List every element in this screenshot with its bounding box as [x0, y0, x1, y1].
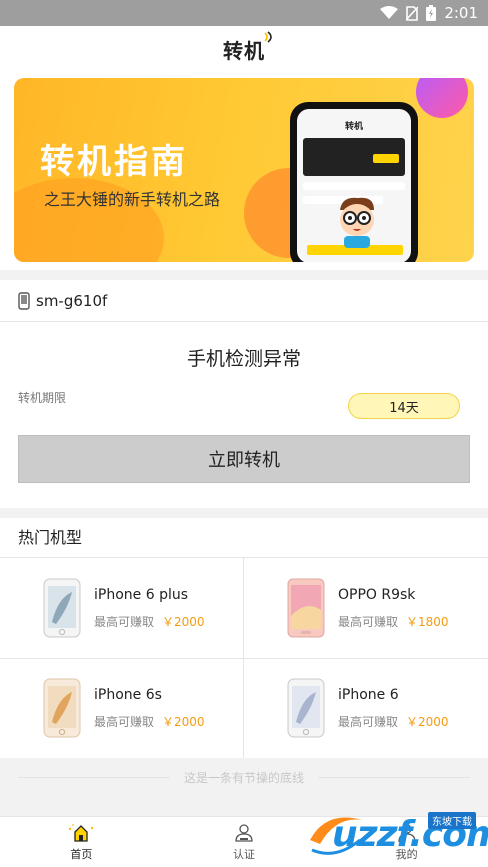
model-name: iPhone 6	[338, 686, 399, 703]
app-logo: 转机	[223, 30, 272, 64]
end-of-list-text: 这是一条有节操的底线	[169, 768, 318, 786]
certify-icon	[235, 823, 253, 842]
model-name: iPhone 6 plus	[94, 586, 189, 603]
price-prefix: 最高可赚取	[338, 614, 399, 629]
status-time: 2:01	[444, 4, 478, 22]
iphone-gold-icon	[43, 678, 81, 738]
phone-logo: 转机	[344, 122, 363, 132]
tab-home[interactable]: 首页	[0, 817, 163, 867]
phone-icon	[18, 291, 30, 310]
model-price: ￥2000	[162, 614, 205, 629]
iphone-silver-icon	[43, 578, 81, 638]
mascot-illustration	[340, 197, 374, 248]
switch-period-badge: 14天	[348, 393, 460, 419]
model-name: OPPO R9sk	[338, 586, 416, 603]
model-card[interactable]: iPhone 6s 最高可赚取 ￥2000	[0, 658, 244, 758]
hot-models-section: 热门机型 iPhone 6 plus 最高可赚取 ￥2000 OPPO R9sk …	[0, 518, 488, 758]
tab-certify[interactable]: 认证	[163, 817, 326, 867]
switch-period-row: 转机期限 14天	[0, 385, 488, 425]
site-watermark: uzzf.com 东坡下载	[306, 806, 488, 864]
model-card[interactable]: iPhone 6 最高可赚取 ￥2000	[244, 658, 488, 758]
banner-title: 转机指南	[40, 142, 188, 182]
oppo-pink-icon	[287, 578, 325, 638]
model-price: ￥1800	[406, 614, 449, 629]
app-header: 转机	[0, 26, 488, 72]
hot-models-grid: iPhone 6 plus 最高可赚取 ￥2000 OPPO R9sk 最高可赚取…	[0, 558, 488, 758]
model-card[interactable]: iPhone 6 plus 最高可赚取 ￥2000	[0, 558, 244, 658]
switch-now-button[interactable]: 立即转机	[18, 435, 470, 483]
model-price: ￥2000	[162, 714, 205, 729]
wifi-icon	[380, 6, 399, 19]
device-card: sm-g610f 手机检测异常 转机期限 14天 立即转机	[0, 280, 488, 508]
tab-home-label: 首页	[70, 847, 93, 861]
price-prefix: 最高可赚取	[338, 714, 399, 729]
model-price: ￥2000	[406, 714, 449, 729]
app-logo-text: 转机	[223, 38, 265, 63]
guide-banner[interactable]: 转机指南 之王大锤的新手转机之路 转机	[14, 78, 474, 262]
price-prefix: 最高可赚取	[94, 614, 155, 629]
device-model-row: sm-g610f	[0, 280, 488, 322]
banner-section: 转机指南 之王大锤的新手转机之路 转机	[0, 72, 488, 270]
no-sim-icon	[406, 5, 419, 21]
signal-wave-icon	[264, 30, 272, 43]
iphone-silver-icon	[287, 678, 325, 738]
price-prefix: 最高可赚取	[94, 714, 155, 729]
tab-certify-label: 认证	[233, 847, 255, 861]
model-name: iPhone 6s	[94, 686, 162, 703]
watermark-tag: 东坡下载	[428, 812, 476, 829]
banner-subtitle: 之王大锤的新手转机之路	[44, 190, 221, 209]
switch-period-label: 转机期限	[18, 391, 67, 405]
status-bar: 2:01	[0, 0, 488, 26]
battery-icon	[426, 5, 437, 21]
device-model: sm-g610f	[36, 291, 108, 310]
hot-models-title: 热门机型	[0, 518, 488, 558]
detection-status-title: 手机检测异常	[186, 348, 301, 370]
home-icon	[69, 823, 94, 842]
model-card[interactable]: OPPO R9sk 最高可赚取 ￥1800	[244, 558, 488, 658]
